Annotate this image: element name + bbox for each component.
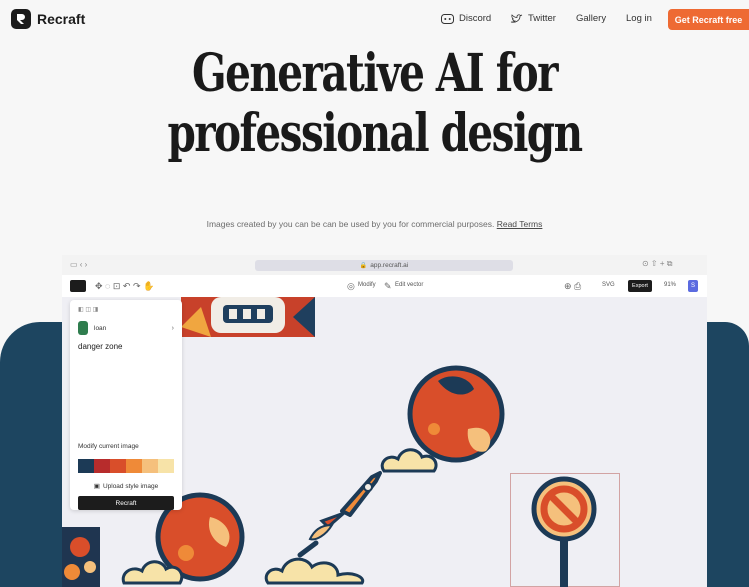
prompt-text[interactable]: danger zone — [78, 342, 122, 351]
swatch[interactable] — [126, 459, 142, 473]
discord-icon — [441, 13, 454, 24]
tools-icons[interactable]: ✥ ◌ ⊡ ↶ ↷ ✋ — [95, 281, 154, 292]
twitter-icon — [510, 13, 523, 23]
recraft-logo-icon — [11, 9, 31, 29]
read-terms-link[interactable]: Read Terms — [497, 219, 543, 229]
project-name: loan — [94, 324, 107, 332]
project-row[interactable]: loan › — [78, 318, 174, 338]
app-logo-icon[interactable] — [70, 280, 86, 292]
app-preview-window: ▭ ‹ › 🔒 app.recraft.ai ⊙ ⇧ + ⧉ ✥ ◌ ⊡ ↶ ↷… — [62, 255, 707, 587]
subtitle-text: Images created by you can be can be used… — [206, 219, 495, 229]
edit-vector-button[interactable]: Edit vector — [395, 282, 423, 288]
sidebar-toggle-icon: ▭ ‹ › — [70, 260, 88, 269]
recraft-button[interactable]: Recraft — [78, 496, 174, 510]
hero-line-1: Generative AI for — [192, 43, 559, 104]
export-button[interactable]: Export — [628, 280, 652, 292]
swatch[interactable] — [142, 459, 158, 473]
swatch[interactable] — [158, 459, 174, 473]
edit-vector-icon: ✎ — [384, 281, 392, 291]
swatch[interactable] — [78, 459, 94, 473]
format-select[interactable]: SVG — [602, 282, 615, 288]
nav-link-gallery[interactable]: Gallery — [576, 13, 606, 24]
modify-icon: ◎ — [347, 281, 355, 291]
nav-link-label: Gallery — [576, 13, 607, 24]
upload-label: Upload style image — [102, 482, 159, 490]
chevron-right-icon[interactable]: › — [172, 325, 174, 332]
get-recraft-free-button[interactable]: Get Recraft free — [668, 9, 749, 30]
brand-name: Recraft — [37, 11, 86, 27]
planet-illustration[interactable] — [378, 359, 508, 479]
browser-bar: ▭ ‹ › 🔒 app.recraft.ai ⊙ ⇧ + ⧉ — [62, 255, 707, 275]
color-palette[interactable] — [78, 459, 174, 473]
brand-logo[interactable]: Recraft — [11, 9, 85, 29]
address-bar[interactable]: 🔒 app.recraft.ai — [255, 260, 513, 271]
top-nav: Recraft Discord Twitter Gallery Log in G… — [0, 0, 749, 38]
decorative-panel-right — [707, 322, 749, 587]
pattern-image-thumbnail[interactable] — [62, 527, 100, 587]
nav-link-label: Twitter — [528, 13, 556, 24]
hero-line-2: professional design — [167, 103, 583, 164]
zoom-level[interactable]: 91% — [664, 282, 676, 288]
lock-icon: 🔒 — [359, 263, 368, 269]
panel-header-icons: ◧ ◫ ◨ — [78, 307, 99, 313]
modify-current-image-label: Modify current image — [78, 443, 139, 450]
nav-link-login[interactable]: Log in — [626, 13, 652, 24]
image-icon: ▣ — [93, 483, 100, 490]
swatch[interactable] — [110, 459, 126, 473]
upload-style-image-button[interactable]: ▣ Upload style image — [78, 480, 174, 492]
nav-link-label: Discord — [459, 13, 492, 24]
cloud-illustration — [264, 557, 365, 585]
canvas-tools-icon[interactable]: ⊕ ⎙ — [564, 281, 581, 292]
editor-toolbar: ✥ ◌ ⊡ ↶ ↷ ✋ ◎ Modify ✎ Edit vector ⊕ ⎙ S… — [62, 275, 707, 298]
nav-link-discord[interactable]: Discord — [441, 13, 491, 24]
no-sign-illustration[interactable] — [522, 475, 606, 587]
hero-heading: Generative AI for professional design — [0, 44, 749, 160]
hero-subtitle: Images created by you can be can be used… — [0, 219, 749, 229]
project-thumbnail-icon — [78, 321, 88, 335]
astronaut-image-thumbnail[interactable] — [181, 297, 315, 337]
browser-actions-icon: ⊙ ⇧ + ⧉ — [642, 259, 673, 268]
nav-link-label: Log in — [626, 13, 652, 24]
user-avatar[interactable]: S — [688, 280, 698, 292]
url-text: app.recraft.ai — [370, 262, 409, 269]
generation-panel: ◧ ◫ ◨ loan › danger zone Modify current … — [70, 300, 182, 510]
modify-button[interactable]: Modify — [358, 282, 376, 288]
decorative-panel-left — [0, 322, 66, 587]
nav-link-twitter[interactable]: Twitter — [510, 13, 556, 24]
swatch[interactable] — [94, 459, 110, 473]
